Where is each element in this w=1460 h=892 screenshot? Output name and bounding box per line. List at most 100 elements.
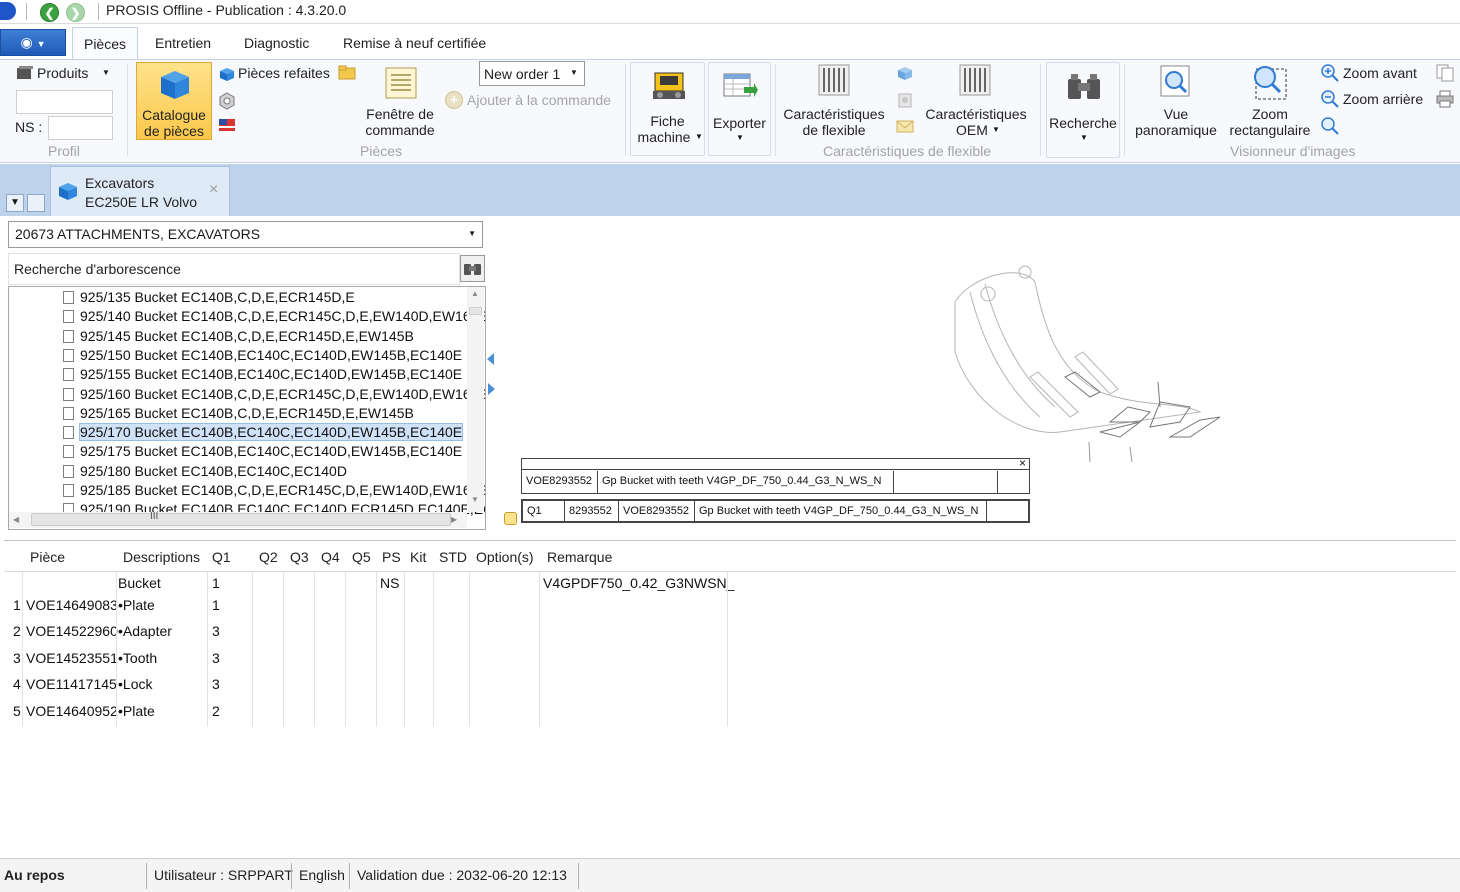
callout-marker-icon[interactable] [504, 512, 517, 525]
zoom-out-icon[interactable] [1321, 90, 1339, 108]
column-header[interactable]: Kit [410, 549, 426, 565]
application-menu-button[interactable]: ◉ ▼ [0, 29, 66, 56]
tree-vertical-scrollbar[interactable]: ▲ ▼ [467, 287, 484, 512]
recherche-button[interactable]: Recherche ▼ [1046, 62, 1120, 158]
order-select-value: New order 1 [484, 66, 561, 82]
tab-remise-a-neuf[interactable]: Remise à neuf certifiée [343, 35, 486, 51]
catalogue-label: de pièces [144, 123, 204, 139]
scroll-thumb[interactable]: III [31, 511, 451, 526]
expand-right-icon[interactable] [488, 383, 495, 395]
tree-item[interactable]: 925/165 Bucket EC140B,C,D,E,ECR145D,E,EW… [63, 404, 414, 423]
column-header[interactable]: Q2 [259, 549, 278, 565]
table-cell-piece: VOE14640952 [26, 702, 118, 719]
tree-search-label: Recherche d'arborescence [14, 261, 181, 277]
table-row[interactable] [4, 674, 1456, 698]
tree-item[interactable]: 925/170 Bucket EC140B,EC140C,EC140D,EW14… [63, 423, 464, 442]
part-row-box[interactable]: Q1 8293552 VOE8293552 Gp Bucket with tee… [521, 499, 1030, 523]
table-row[interactable] [4, 701, 1456, 725]
order-select[interactable]: New order 1 ▼ [479, 61, 585, 86]
pieces-refaites-button[interactable]: Pièces refaites [238, 65, 330, 81]
tree-item[interactable]: 925/140 Bucket EC140B,C,D,E,ECR145C,D,E,… [63, 307, 485, 326]
produits-button[interactable]: Produits [37, 65, 88, 81]
app-menu-icon: ◉ [20, 34, 33, 50]
carac-oem-button[interactable]: Caractéristiques [922, 106, 1030, 122]
mail-icon[interactable] [896, 118, 914, 134]
column-header[interactable]: Q5 [352, 549, 371, 565]
close-icon[interactable]: × [1019, 459, 1026, 470]
tab-pieces[interactable]: Pièces [72, 27, 138, 60]
new-tab-icon[interactable] [27, 194, 45, 212]
table-cell-piece: VOE11417145 [26, 676, 117, 693]
tree-item[interactable]: 925/155 Bucket EC140B,EC140C,EC140D,EW14… [63, 365, 462, 384]
category-select[interactable]: 20673 ATTACHMENTS, EXCAVATORS ▼ [8, 221, 483, 248]
zoom-in-icon[interactable] [1321, 64, 1339, 82]
column-header[interactable]: Q1 [212, 549, 231, 565]
vue-panoramique-button[interactable]: Vue [1130, 106, 1222, 122]
document-tab-title: Excavators [85, 175, 155, 191]
folder-icon[interactable] [338, 64, 356, 80]
tree-view[interactable]: 925/135 Bucket EC140B,C,D,E,ECR145D,E 925… [8, 286, 486, 530]
tree-item[interactable]: 925/135 Bucket EC140B,C,D,E,ECR145D,E [63, 288, 355, 307]
tree-item[interactable]: 925/150 Bucket EC140B,EC140C,EC140D,EW14… [63, 346, 462, 365]
table-row[interactable] [4, 595, 1456, 619]
parts-drawing-viewer[interactable]: × VOE8293552 Gp Bucket with teeth V4GP_D… [500, 222, 1455, 532]
zoom-rectangle-icon [1250, 63, 1290, 103]
forward-icon[interactable]: ❯ [66, 3, 85, 22]
chevron-down-icon[interactable]: ▼ [6, 194, 24, 212]
nut-icon[interactable] [218, 92, 236, 110]
document-stack-icon[interactable] [896, 92, 914, 108]
tree-item[interactable]: 925/180 Bucket EC140B,EC140C,EC140D [63, 462, 347, 481]
column-header[interactable]: Pièce [30, 549, 65, 565]
tree-item[interactable]: 925/160 Bucket EC140B,C,D,E,ECR145C,D,E,… [63, 385, 485, 404]
table-row[interactable] [4, 621, 1456, 645]
carac-flexible-button[interactable]: Caractéristiques [782, 106, 886, 122]
collapse-left-icon[interactable] [487, 353, 494, 365]
ajouter-commande-button[interactable]: Ajouter à la commande [467, 92, 611, 108]
ns-input[interactable] [48, 116, 113, 140]
scroll-up-icon[interactable]: ▲ [471, 289, 479, 298]
column-header[interactable]: STD [439, 549, 467, 565]
tree-item[interactable]: 925/185 Bucket EC140B,C,D,E,ECR145C,D,E,… [63, 481, 485, 500]
part-header-box[interactable]: × VOE8293552 Gp Bucket with teeth V4GP_D… [521, 458, 1030, 494]
tree-item-label: 925/150 Bucket EC140B,EC140C,EC140D,EW14… [80, 346, 463, 363]
zoom-avant-button[interactable]: Zoom avant [1343, 65, 1417, 81]
flag-icon[interactable] [218, 117, 236, 133]
copy-icon[interactable] [1436, 64, 1454, 82]
scroll-thumb[interactable] [469, 307, 482, 315]
column-header[interactable]: Q4 [321, 549, 340, 565]
fiche-machine-button[interactable]: Fiche machine ▼ [630, 62, 705, 156]
zoom-rectangulaire-button[interactable]: Zoom [1226, 106, 1314, 122]
chevron-down-icon[interactable]: ▼ [992, 125, 1000, 134]
document-tab[interactable]: Excavators EC250E LR Volvo × [50, 166, 230, 216]
tree-search-button[interactable] [460, 255, 485, 282]
fenetre-commande-label: commande [365, 122, 435, 138]
close-tab-icon[interactable]: × [209, 181, 218, 199]
status-language[interactable]: English [299, 867, 345, 883]
zoom-fit-icon[interactable] [1321, 117, 1339, 135]
tree-item[interactable]: 925/145 Bucket EC140B,C,D,E,ECR145D,E,EW… [63, 327, 414, 346]
column-header[interactable]: Q3 [290, 549, 309, 565]
column-header[interactable]: Descriptions [123, 549, 200, 565]
fenetre-commande-button[interactable]: Fenêtre de [358, 106, 442, 122]
tab-entretien[interactable]: Entretien [155, 35, 211, 51]
column-header[interactable]: Remarque [547, 549, 612, 565]
cube-icon[interactable] [896, 65, 914, 81]
back-icon[interactable]: ❮ [40, 3, 59, 22]
exporter-button[interactable]: Exporter ▼ [708, 62, 771, 156]
profil-input[interactable] [16, 90, 113, 114]
scroll-down-icon[interactable]: ▼ [471, 495, 479, 504]
column-header[interactable]: PS [382, 549, 401, 565]
catalogue-label: Catalogue [142, 107, 206, 123]
table-row[interactable] [4, 648, 1456, 672]
column-header[interactable]: Option(s) [476, 549, 534, 565]
scroll-right-icon[interactable]: ▶ [451, 515, 457, 524]
zoom-arriere-button[interactable]: Zoom arrière [1343, 91, 1423, 107]
print-icon[interactable] [1436, 90, 1454, 108]
scroll-left-icon[interactable]: ◀ [13, 515, 19, 524]
recherche-label: Recherche [1049, 115, 1117, 131]
catalogue-de-pieces-button[interactable]: Catalogue de pièces [136, 62, 212, 140]
tab-diagnostic[interactable]: Diagnostic [244, 35, 309, 51]
table-cell-index: 1 [13, 597, 21, 613]
chevron-down-icon[interactable]: ▼ [102, 68, 110, 77]
tree-item[interactable]: 925/175 Bucket EC140B,EC140C,EC140D,EW14… [63, 442, 462, 461]
